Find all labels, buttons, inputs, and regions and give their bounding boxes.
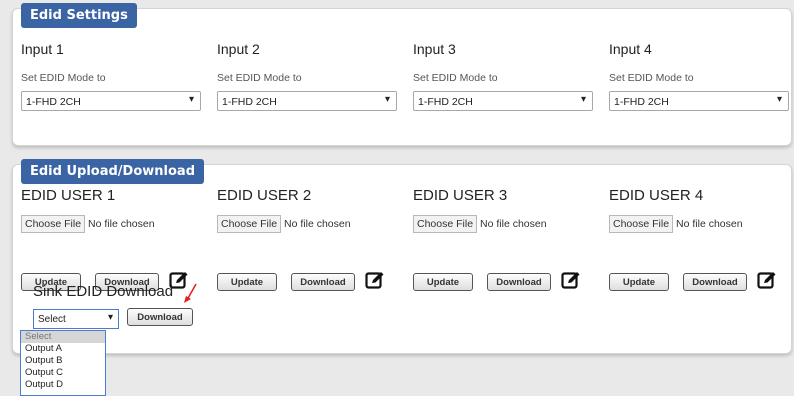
sink-select-value: Select xyxy=(38,314,66,325)
choose-file-button[interactable]: Choose File xyxy=(21,215,86,233)
sink-download-button[interactable]: Download xyxy=(127,308,193,326)
input-4-title: Input 4 xyxy=(609,41,652,57)
edid-user-1-title: EDID USER 1 xyxy=(21,187,116,204)
no-file-label: No file chosen xyxy=(676,218,743,230)
input-1-edid-value: 1-FHD 2CH xyxy=(26,96,81,108)
no-file-label: No file chosen xyxy=(88,218,155,230)
edit-icon[interactable] xyxy=(757,270,777,290)
download-button[interactable]: Download xyxy=(487,273,551,291)
sink-edid-download-title: Sink EDID Download xyxy=(33,283,174,300)
dropdown-option-output-a[interactable]: Output A xyxy=(21,343,105,355)
dropdown-option-output-c[interactable]: Output C xyxy=(21,367,105,379)
edid-user-4-file-input: Choose File No file chosen xyxy=(609,215,743,233)
input-3-edid-select[interactable]: 1-FHD 2CH ▾ xyxy=(413,91,593,111)
dropdown-arrow-icon: ▾ xyxy=(580,94,586,105)
edit-icon[interactable] xyxy=(365,270,385,290)
edid-settings-panel: Edid Settings Input 1 Set EDID Mode to 1… xyxy=(12,3,792,146)
download-button[interactable]: Download xyxy=(683,273,747,291)
download-button[interactable]: Download xyxy=(291,273,355,291)
input-1-title: Input 1 xyxy=(21,41,64,57)
dropdown-arrow-icon: ▾ xyxy=(107,312,113,323)
input-4-mode-label: Set EDID Mode to xyxy=(609,72,694,84)
edid-user-2-title: EDID USER 2 xyxy=(217,187,312,204)
input-3-mode-label: Set EDID Mode to xyxy=(413,72,498,84)
choose-file-button[interactable]: Choose File xyxy=(217,215,282,233)
edid-user-3-file-input: Choose File No file chosen xyxy=(413,215,547,233)
update-button[interactable]: Update xyxy=(217,273,277,291)
edid-user-2-file-input: Choose File No file chosen xyxy=(217,215,351,233)
dropdown-arrow-icon: ▾ xyxy=(384,94,390,105)
update-button[interactable]: Update xyxy=(609,273,669,291)
choose-file-button[interactable]: Choose File xyxy=(413,215,478,233)
annotation-arrow-icon xyxy=(184,283,197,303)
edid-user-3-title: EDID USER 3 xyxy=(413,187,508,204)
input-4-edid-value: 1-FHD 2CH xyxy=(614,96,669,108)
sink-output-dropdown-list: Select Output A Output B Output C Output… xyxy=(20,330,106,396)
edid-upload-download-panel: Edid Upload/Download EDID USER 1 Choose … xyxy=(12,159,792,354)
input-2-edid-select[interactable]: 1-FHD 2CH ▾ xyxy=(217,91,397,111)
input-1-edid-select[interactable]: 1-FHD 2CH ▾ xyxy=(21,91,201,111)
edid-user-1-file-input: Choose File No file chosen xyxy=(21,215,155,233)
dropdown-arrow-icon: ▾ xyxy=(188,94,194,105)
input-3-edid-value: 1-FHD 2CH xyxy=(418,96,473,108)
dropdown-option-select[interactable]: Select xyxy=(21,331,105,343)
edid-user-4-title: EDID USER 4 xyxy=(609,187,704,204)
dropdown-option-output-b[interactable]: Output B xyxy=(21,355,105,367)
edid-settings-tab: Edid Settings xyxy=(21,3,137,28)
choose-file-button[interactable]: Choose File xyxy=(609,215,674,233)
update-button[interactable]: Update xyxy=(413,273,473,291)
input-3-title: Input 3 xyxy=(413,41,456,57)
edid-upload-download-tab: Edid Upload/Download xyxy=(21,159,205,184)
input-2-mode-label: Set EDID Mode to xyxy=(217,72,302,84)
input-2-edid-value: 1-FHD 2CH xyxy=(222,96,277,108)
dropdown-arrow-icon: ▾ xyxy=(776,94,782,105)
sink-output-select[interactable]: Select ▾ xyxy=(33,309,119,329)
input-4-edid-select[interactable]: 1-FHD 2CH ▾ xyxy=(609,91,789,111)
input-1-mode-label: Set EDID Mode to xyxy=(21,72,106,84)
no-file-label: No file chosen xyxy=(480,218,547,230)
input-2-title: Input 2 xyxy=(217,41,260,57)
dropdown-option-output-d[interactable]: Output D xyxy=(21,379,105,391)
no-file-label: No file chosen xyxy=(284,218,351,230)
edit-icon[interactable] xyxy=(561,270,581,290)
